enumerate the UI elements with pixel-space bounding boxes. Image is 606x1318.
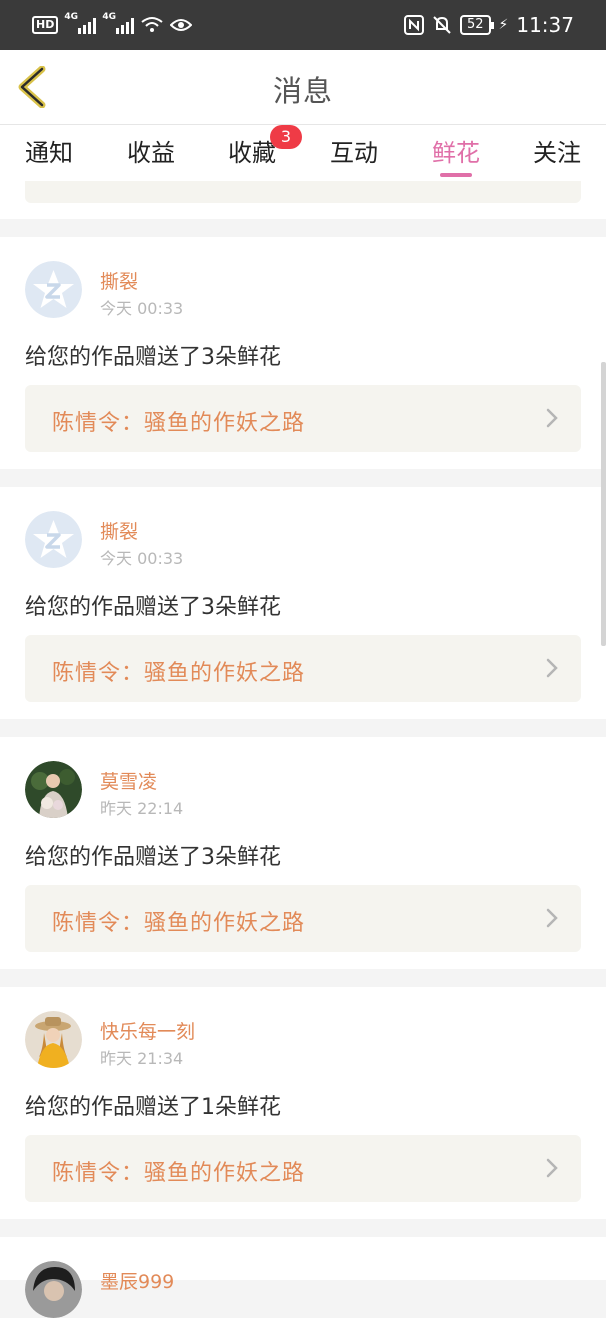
mute-bell-icon bbox=[433, 16, 451, 34]
active-tab-indicator bbox=[440, 173, 472, 177]
signal-icon: 4G bbox=[102, 12, 135, 34]
user-photo-avatar[interactable] bbox=[25, 1261, 82, 1318]
sent-time: 昨天 21:34 bbox=[100, 1049, 184, 1068]
message-text: 给您的作品赠送了1朵鲜花 bbox=[25, 1095, 281, 1120]
work-link[interactable]: 陈情令：骚鱼的作妖之路 bbox=[25, 1135, 581, 1202]
chevron-right-icon bbox=[546, 1158, 558, 1178]
sender-name[interactable]: 莫雪凌 bbox=[100, 767, 157, 794]
scrollbar[interactable] bbox=[601, 362, 606, 646]
tab-notification[interactable]: 通知 bbox=[25, 133, 73, 168]
tab-follow[interactable]: 关注 bbox=[533, 133, 581, 168]
tab-earnings[interactable]: 收益 bbox=[127, 133, 175, 168]
message-text: 给您的作品赠送了3朵鲜花 bbox=[25, 595, 281, 620]
status-right: 52 ⚡ 11:37 bbox=[403, 12, 574, 38]
message-text: 给您的作品赠送了3朵鲜花 bbox=[25, 845, 281, 870]
previous-card-remnant bbox=[0, 181, 606, 219]
user-photo-avatar[interactable] bbox=[25, 1011, 82, 1068]
nfc-icon bbox=[403, 15, 424, 35]
sender-name[interactable]: 墨辰999 bbox=[100, 1267, 174, 1294]
work-title: 陈情令：骚鱼的作妖之路 bbox=[52, 1161, 306, 1186]
battery-icon: 52 bbox=[459, 15, 494, 35]
app-header: 消息 bbox=[0, 50, 606, 125]
chevron-right-icon bbox=[546, 408, 558, 428]
tab-favorites[interactable]: 收藏 3 bbox=[228, 125, 302, 168]
wifi-icon bbox=[141, 17, 163, 32]
flower-message-card: 撕裂 今天 00:33 给您的作品赠送了3朵鲜花 陈情令：骚鱼的作妖之路 bbox=[0, 237, 606, 469]
user-photo-avatar[interactable] bbox=[25, 761, 82, 818]
sender-name[interactable]: 快乐每一刻 bbox=[100, 1017, 195, 1044]
sender-name[interactable]: 撕裂 bbox=[100, 267, 138, 294]
default-avatar-icon[interactable] bbox=[25, 511, 82, 568]
eye-icon bbox=[170, 19, 193, 31]
work-title: 陈情令：骚鱼的作妖之路 bbox=[52, 911, 306, 936]
work-title: 陈情令：骚鱼的作妖之路 bbox=[52, 411, 306, 436]
signal-icon: 4G bbox=[64, 12, 97, 34]
tab-flowers[interactable]: 鲜花 bbox=[432, 133, 480, 168]
default-avatar-icon[interactable] bbox=[25, 261, 82, 318]
message-text: 给您的作品赠送了3朵鲜花 bbox=[25, 345, 281, 370]
favorites-count-badge: 3 bbox=[270, 125, 302, 149]
work-link[interactable]: 陈情令：骚鱼的作妖之路 bbox=[25, 385, 581, 452]
work-link[interactable]: 陈情令：骚鱼的作妖之路 bbox=[25, 885, 581, 952]
flower-message-card: 撕裂 今天 00:33 给您的作品赠送了3朵鲜花 陈情令：骚鱼的作妖之路 bbox=[0, 487, 606, 719]
tab-interaction[interactable]: 互动 bbox=[330, 133, 378, 168]
status-bar: HD 4G 4G 52 ⚡ 11:37 bbox=[0, 0, 606, 50]
hd-icon: HD bbox=[32, 16, 59, 34]
work-link[interactable]: 陈情令：骚鱼的作妖之路 bbox=[25, 635, 581, 702]
charging-icon: ⚡ bbox=[498, 17, 509, 33]
clock: 11:37 bbox=[516, 13, 574, 37]
page-title: 消息 bbox=[272, 74, 333, 108]
sent-time: 今天 00:33 bbox=[100, 549, 184, 568]
flower-message-card: 墨辰999 bbox=[0, 1237, 606, 1318]
work-title: 陈情令：骚鱼的作妖之路 bbox=[52, 661, 306, 686]
sender-name[interactable]: 撕裂 bbox=[100, 517, 138, 544]
sent-time: 今天 00:33 bbox=[100, 299, 184, 318]
chevron-right-icon bbox=[546, 658, 558, 678]
status-left: HD 4G 4G bbox=[32, 12, 193, 37]
chevron-right-icon bbox=[546, 908, 558, 928]
flower-message-card: 快乐每一刻 昨天 21:34 给您的作品赠送了1朵鲜花 陈情令：骚鱼的作妖之路 bbox=[0, 987, 606, 1219]
flower-message-card: 莫雪凌 昨天 22:14 给您的作品赠送了3朵鲜花 陈情令：骚鱼的作妖之路 bbox=[0, 737, 606, 969]
tab-bar: 通知 收益 收藏 3 互动 鲜花 关注 bbox=[0, 125, 606, 181]
sent-time: 昨天 22:14 bbox=[100, 799, 184, 818]
